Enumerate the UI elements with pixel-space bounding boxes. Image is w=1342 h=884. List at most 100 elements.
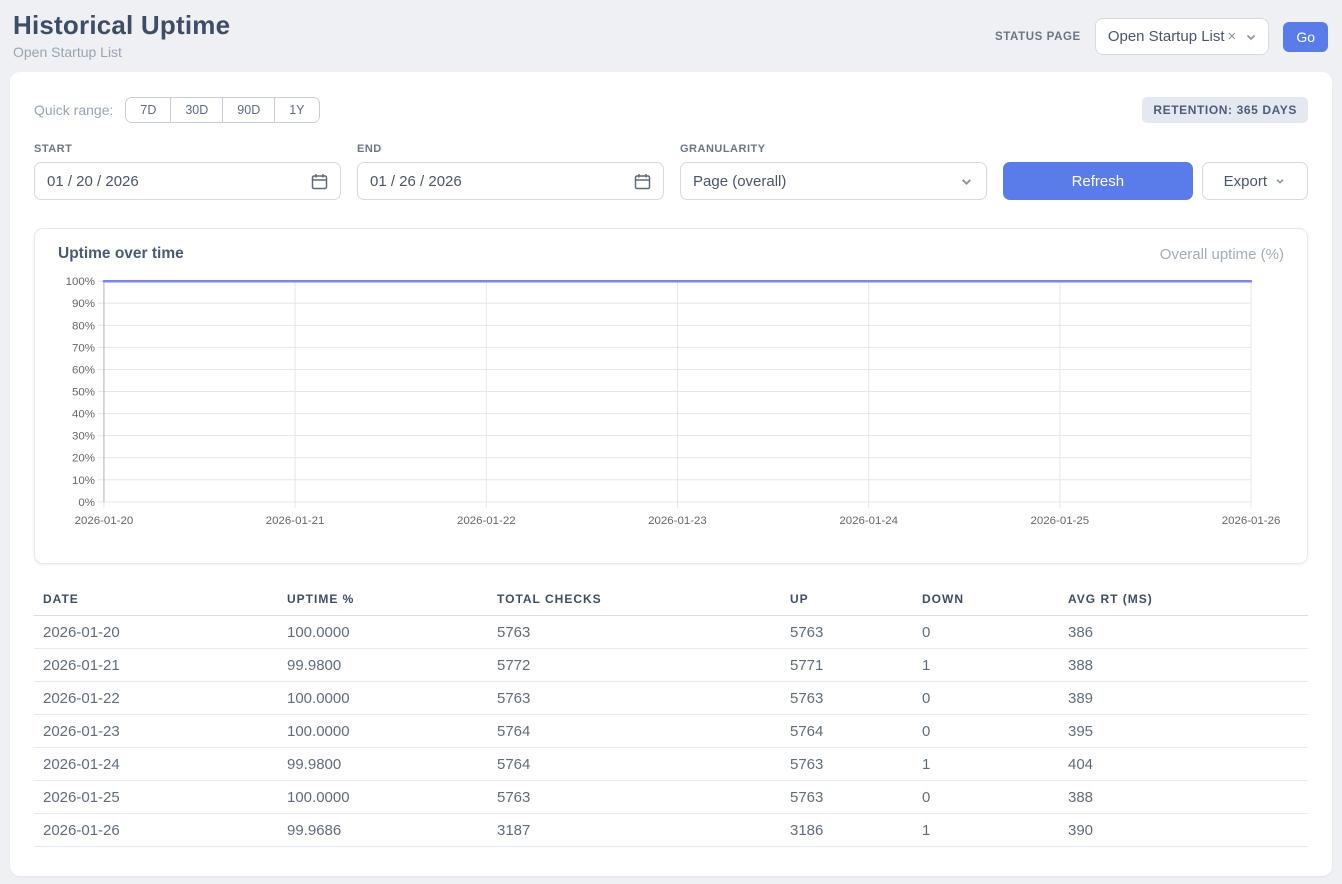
filters-row: START 01 / 20 / 2026 END 01 / 26 / 2026	[34, 143, 1308, 200]
table-cell: 388	[1068, 781, 1308, 814]
table-cell: 99.9800	[287, 649, 497, 682]
go-button[interactable]: Go	[1283, 22, 1328, 52]
quick-range-30d[interactable]: 30D	[170, 98, 222, 122]
quick-range-label: Quick range:	[34, 102, 113, 118]
table-cell: 2026-01-25	[34, 781, 287, 814]
svg-text:60%: 60%	[72, 364, 95, 376]
end-date-value: 01 / 26 / 2026	[370, 173, 634, 190]
chevron-down-icon	[959, 174, 974, 189]
table-cell: 2026-01-22	[34, 682, 287, 715]
title-block: Historical Uptime Open Startup List	[13, 10, 230, 60]
svg-text:10%: 10%	[72, 475, 95, 487]
table-cell: 5772	[497, 649, 790, 682]
uptime-chart-card: Uptime over time Overall uptime (%) 0%10…	[34, 228, 1308, 564]
table-cell: 2026-01-26	[34, 814, 287, 847]
start-date-value: 01 / 20 / 2026	[47, 173, 311, 190]
quick-range-row: Quick range: 7D30D90D1Y RETENTION: 365 D…	[34, 97, 1308, 123]
table-cell: 5764	[790, 715, 922, 748]
table-cell: 0	[922, 682, 1068, 715]
column-header: UPTIME %	[287, 586, 497, 616]
svg-text:70%: 70%	[72, 342, 95, 354]
table-cell: 2026-01-24	[34, 748, 287, 781]
table-cell: 389	[1068, 682, 1308, 715]
start-label: START	[34, 143, 341, 155]
table-row: 2026-01-25100.0000576357630388	[34, 781, 1308, 814]
table-cell: 386	[1068, 616, 1308, 649]
granularity-selected-value: Page (overall)	[693, 173, 959, 190]
svg-text:40%: 40%	[72, 409, 95, 421]
svg-text:20%: 20%	[72, 453, 95, 465]
quick-range-90d[interactable]: 90D	[222, 98, 274, 122]
table-cell: 5763	[790, 748, 922, 781]
page-subtitle: Open Startup List	[13, 44, 230, 60]
column-header: UP	[790, 586, 922, 616]
table-cell: 2026-01-20	[34, 616, 287, 649]
chart-legend: Overall uptime (%)	[1160, 246, 1284, 263]
table-cell: 5763	[790, 781, 922, 814]
export-button-label: Export	[1224, 173, 1267, 190]
quick-range-group: 7D30D90D1Y	[125, 97, 319, 123]
svg-text:80%: 80%	[72, 320, 95, 332]
retention-badge: RETENTION: 365 DAYS	[1142, 97, 1308, 123]
svg-text:50%: 50%	[72, 387, 95, 399]
status-page-selected-value: Open Startup List	[1108, 28, 1225, 45]
main-card: Quick range: 7D30D90D1Y RETENTION: 365 D…	[10, 72, 1332, 876]
svg-text:90%: 90%	[72, 298, 95, 310]
start-date-field: START 01 / 20 / 2026	[34, 143, 341, 200]
table-cell: 99.9800	[287, 748, 497, 781]
quick-range-7d[interactable]: 7D	[126, 98, 170, 122]
calendar-icon	[634, 173, 651, 190]
svg-text:30%: 30%	[72, 431, 95, 443]
clear-selection-icon[interactable]: ×	[1228, 28, 1237, 45]
table-cell: 1	[922, 814, 1068, 847]
end-date-input[interactable]: 01 / 26 / 2026	[357, 162, 664, 200]
end-date-field: END 01 / 26 / 2026	[357, 143, 664, 200]
svg-text:0%: 0%	[78, 497, 95, 509]
table-cell: 2026-01-21	[34, 649, 287, 682]
top-header: Historical Uptime Open Startup List STAT…	[0, 0, 1342, 72]
svg-text:2026-01-23: 2026-01-23	[648, 515, 707, 527]
table-cell: 3186	[790, 814, 922, 847]
svg-text:100%: 100%	[66, 276, 95, 288]
page-title: Historical Uptime	[13, 10, 230, 41]
table-cell: 100.0000	[287, 781, 497, 814]
start-date-input[interactable]: 01 / 20 / 2026	[34, 162, 341, 200]
end-label: END	[357, 143, 664, 155]
uptime-line-chart: 0% 10% 20% 30% 40% 50% 60% 70% 80% 90% 100% 2026-01…	[58, 271, 1284, 534]
table-row: 2026-01-20100.0000576357630386	[34, 616, 1308, 649]
table-cell: 5771	[790, 649, 922, 682]
table-row: 2026-01-22100.0000576357630389	[34, 682, 1308, 715]
table-cell: 395	[1068, 715, 1308, 748]
table-cell: 5764	[497, 748, 790, 781]
table-cell: 5763	[790, 682, 922, 715]
table-cell: 0	[922, 781, 1068, 814]
table-row: 2026-01-2199.9800577257711388	[34, 649, 1308, 682]
chevron-down-icon	[1274, 175, 1286, 187]
table-cell: 3187	[497, 814, 790, 847]
quick-range-1y[interactable]: 1Y	[274, 98, 318, 122]
table-cell: 1	[922, 748, 1068, 781]
svg-text:2026-01-22: 2026-01-22	[457, 515, 516, 527]
status-page-select[interactable]: Open Startup List ×	[1095, 18, 1270, 55]
header-right: STATUS PAGE Open Startup List × Go	[995, 18, 1328, 55]
table-cell: 390	[1068, 814, 1308, 847]
table-cell: 5763	[790, 616, 922, 649]
table-cell: 5763	[497, 616, 790, 649]
refresh-button[interactable]: Refresh	[1003, 162, 1193, 200]
column-header: TOTAL CHECKS	[497, 586, 790, 616]
granularity-select[interactable]: Page (overall)	[680, 162, 987, 200]
column-header: DOWN	[922, 586, 1068, 616]
table-cell: 100.0000	[287, 616, 497, 649]
table-row: 2026-01-2699.9686318731861390	[34, 814, 1308, 847]
export-button[interactable]: Export	[1202, 162, 1308, 200]
table-cell: 1	[922, 649, 1068, 682]
table-cell: 5763	[497, 682, 790, 715]
table-cell: 5763	[497, 781, 790, 814]
svg-text:2026-01-25: 2026-01-25	[1031, 515, 1090, 527]
chevron-down-icon	[1244, 30, 1258, 44]
table-cell: 5764	[497, 715, 790, 748]
table-cell: 100.0000	[287, 682, 497, 715]
table-row: 2026-01-2499.9800576457631404	[34, 748, 1308, 781]
svg-text:2026-01-20: 2026-01-20	[75, 515, 134, 527]
svg-text:2026-01-21: 2026-01-21	[266, 515, 325, 527]
